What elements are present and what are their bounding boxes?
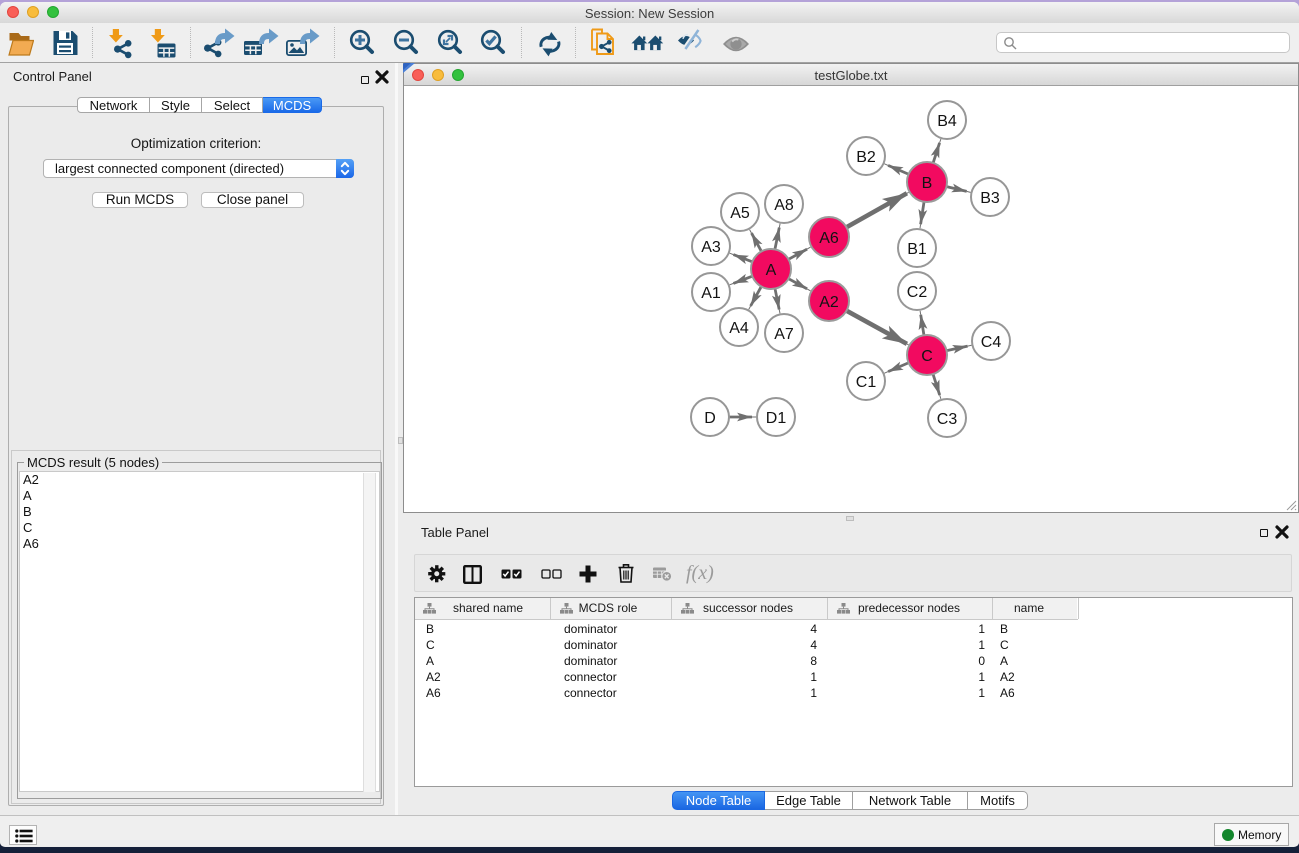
svg-text:A6: A6	[819, 230, 839, 247]
svg-text:A1: A1	[701, 285, 721, 302]
svg-text:B3: B3	[980, 190, 1000, 207]
svg-text:A2: A2	[819, 294, 839, 311]
svg-text:A8: A8	[774, 197, 794, 214]
svg-text:C4: C4	[981, 334, 1002, 351]
svg-text:B: B	[922, 175, 933, 192]
svg-text:C: C	[921, 348, 933, 365]
svg-text:A5: A5	[730, 205, 750, 222]
svg-text:B2: B2	[856, 149, 876, 166]
svg-text:B4: B4	[937, 113, 957, 130]
svg-text:D1: D1	[766, 410, 787, 427]
svg-text:B1: B1	[907, 241, 927, 258]
svg-text:A: A	[766, 262, 777, 279]
svg-text:D: D	[704, 410, 716, 427]
svg-text:C3: C3	[937, 411, 958, 428]
svg-text:A4: A4	[729, 320, 749, 337]
svg-text:A7: A7	[774, 326, 794, 343]
svg-text:C1: C1	[856, 374, 877, 391]
svg-text:C2: C2	[907, 284, 928, 301]
svg-text:A3: A3	[701, 239, 721, 256]
